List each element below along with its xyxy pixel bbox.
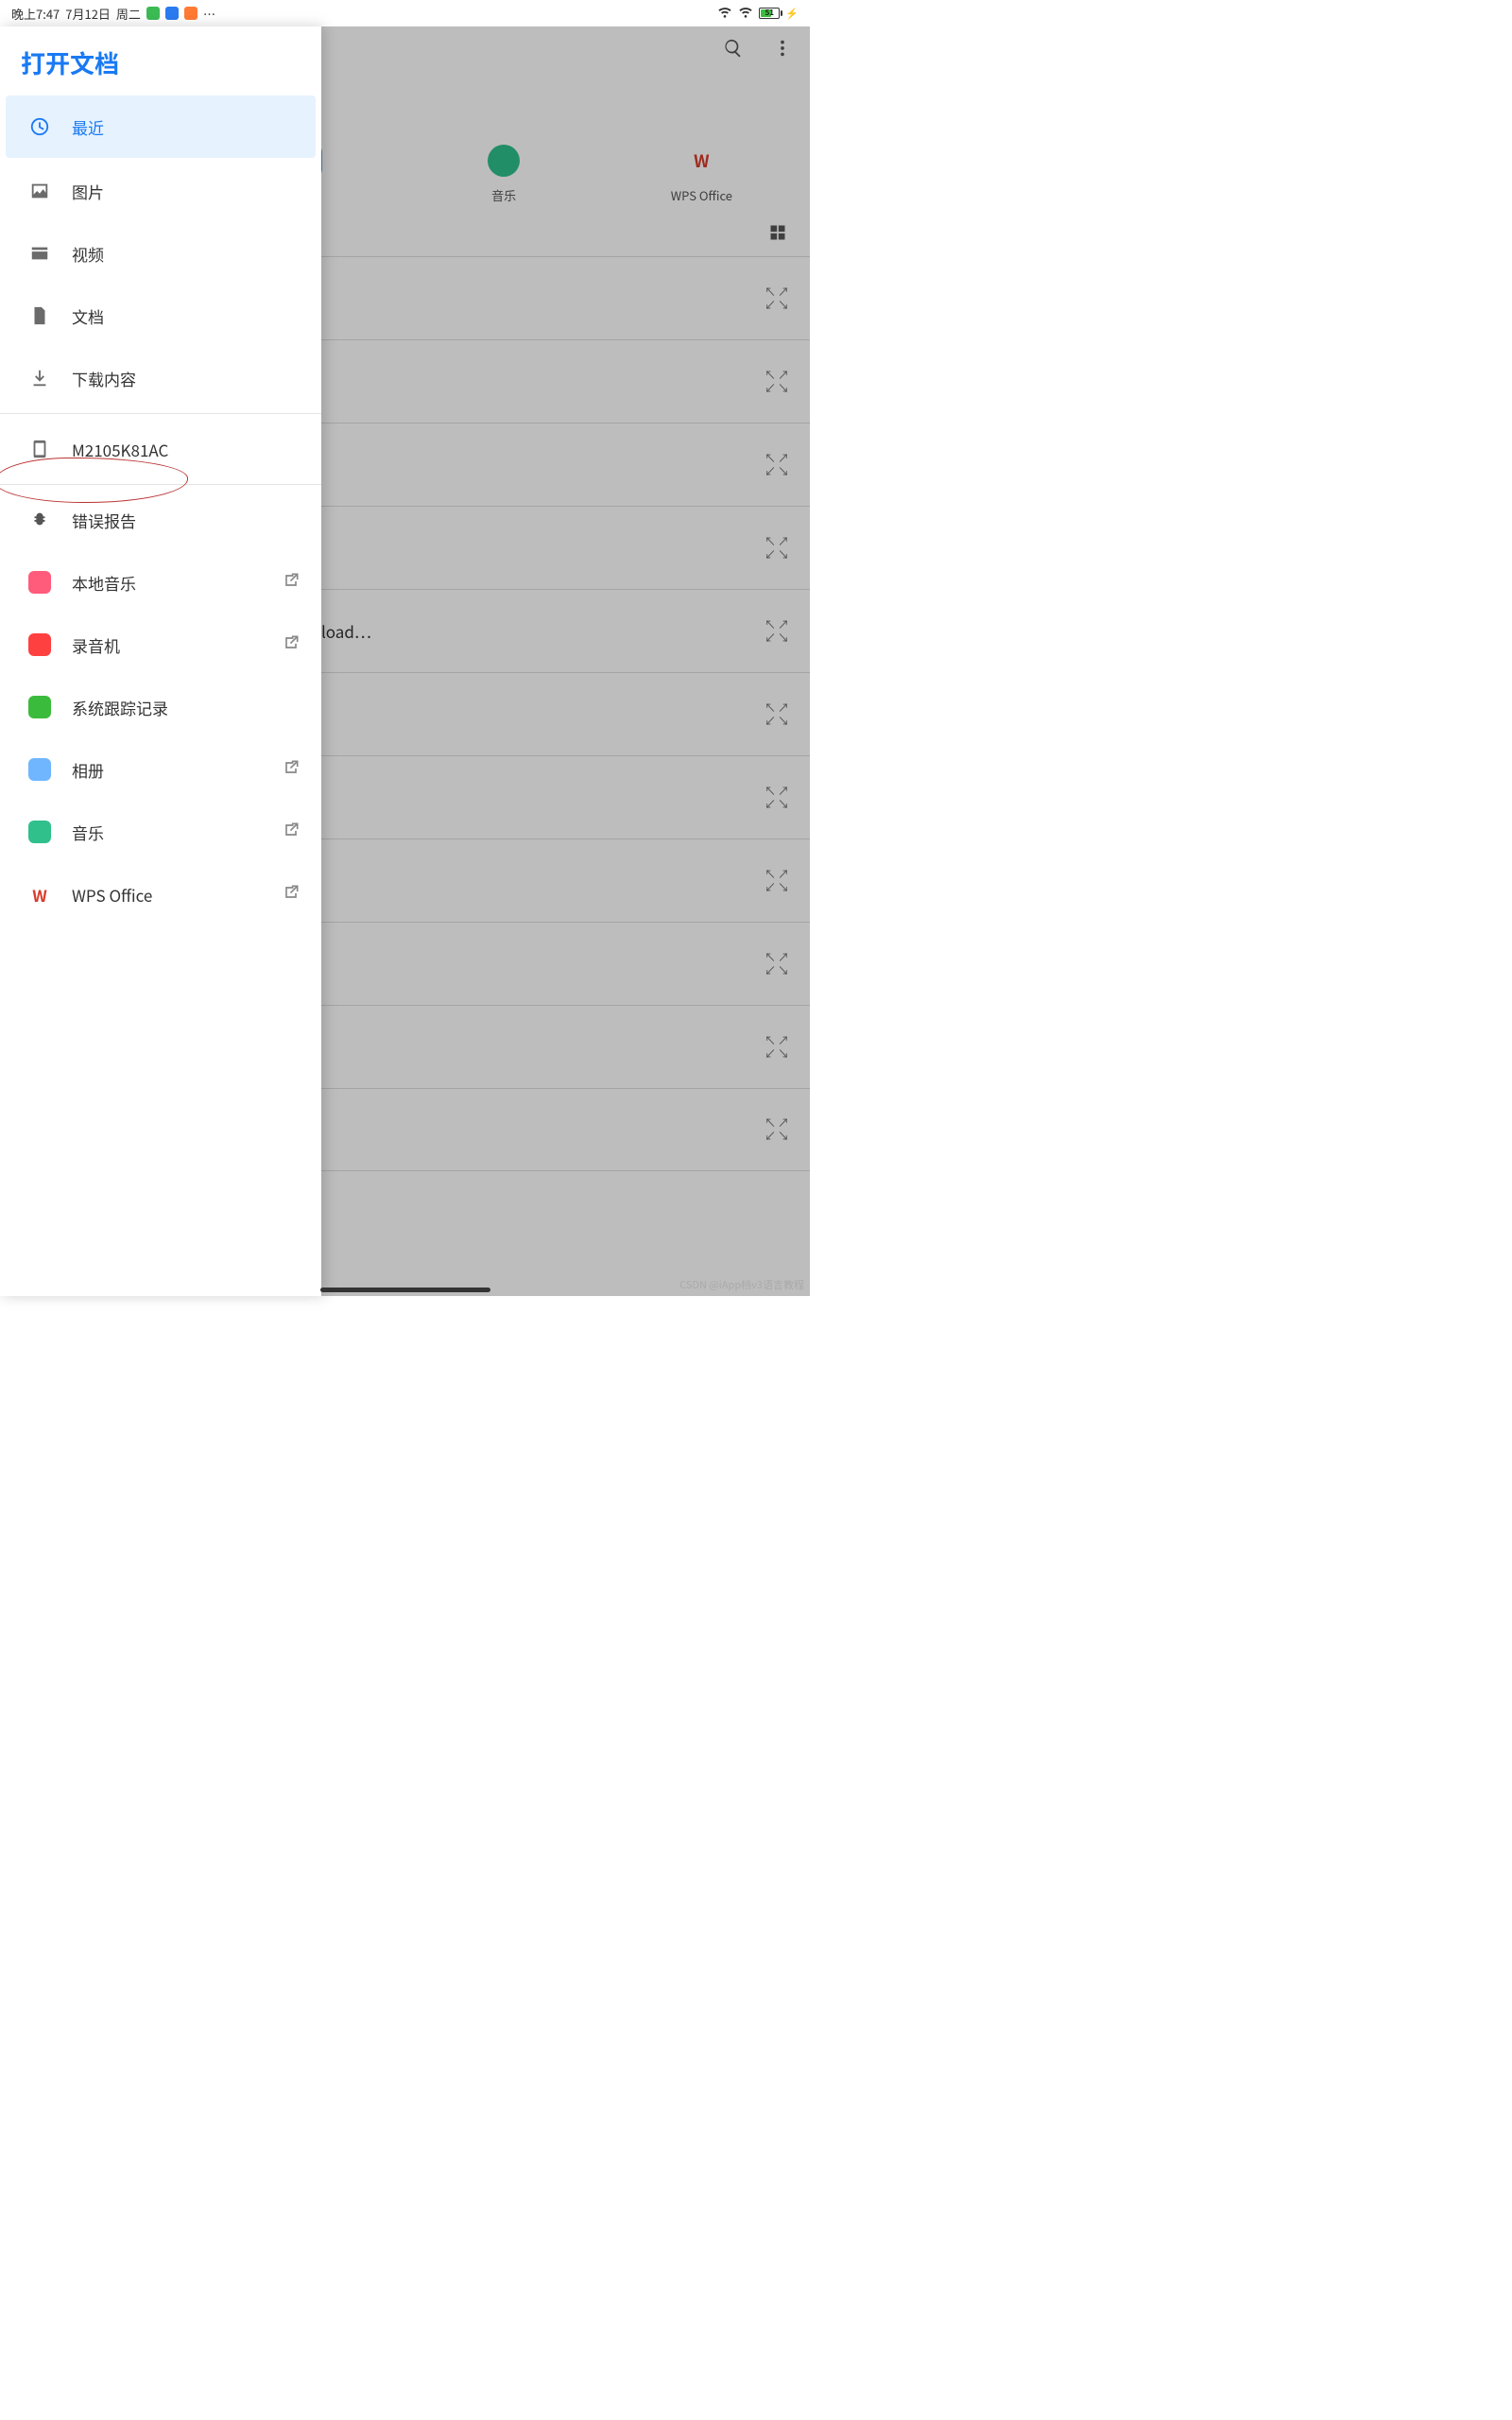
wps-icon: W bbox=[28, 883, 51, 906]
status-app-icon bbox=[146, 7, 160, 20]
image-icon bbox=[28, 180, 51, 202]
expand-icon[interactable]: ↖↗↙↘ bbox=[765, 952, 789, 977]
music-icon bbox=[28, 571, 51, 594]
nav-label: 图片 bbox=[72, 180, 104, 203]
expand-icon[interactable]: ↖↗↙↘ bbox=[765, 1117, 789, 1142]
drawer-app-录音机[interactable]: 录音机 bbox=[0, 614, 321, 676]
grid-view-icon[interactable] bbox=[768, 223, 787, 247]
expand-icon[interactable]: ↖↗↙↘ bbox=[765, 869, 789, 893]
nav-label: 下载内容 bbox=[72, 367, 136, 390]
nav-recent[interactable]: 最近 bbox=[6, 95, 316, 158]
app-label: 错误报告 bbox=[72, 509, 136, 532]
status-time: 晚上7:47 bbox=[11, 5, 60, 23]
nav-label: 视频 bbox=[72, 242, 104, 266]
expand-icon[interactable]: ↖↗↙↘ bbox=[765, 786, 789, 810]
app-label: 本地音乐 bbox=[72, 571, 136, 595]
app-label: 相册 bbox=[72, 758, 104, 782]
wifi-icon bbox=[738, 4, 753, 23]
drawer-app-本地音乐[interactable]: 本地音乐 bbox=[0, 551, 321, 614]
watermark: CSDN @iApp档v3语言教程 bbox=[679, 1277, 804, 1292]
open-external-icon bbox=[282, 883, 301, 907]
expand-icon[interactable]: ↖↗↙↘ bbox=[765, 536, 789, 561]
app-label: WPS Office bbox=[72, 883, 152, 907]
status-bar: 晚上7:47 7月12日 周二 ⋯ 51 ⚡ bbox=[0, 0, 810, 26]
status-more-icon: ⋯ bbox=[203, 5, 215, 23]
nav-device-storage[interactable]: M2105K81AC bbox=[0, 418, 321, 480]
open-external-icon bbox=[282, 821, 301, 844]
doc-icon bbox=[28, 304, 51, 327]
status-weekday: 周二 bbox=[116, 5, 141, 23]
home-indicator[interactable] bbox=[320, 1288, 490, 1292]
search-icon[interactable] bbox=[723, 38, 744, 63]
device-label: M2105K81AC bbox=[72, 438, 168, 461]
bug-icon bbox=[28, 509, 51, 531]
app-label: 音乐 bbox=[72, 821, 104, 844]
download-icon bbox=[28, 367, 51, 389]
expand-icon[interactable]: ↖↗↙↘ bbox=[765, 453, 789, 477]
open-external-icon bbox=[282, 758, 301, 782]
nav-documents[interactable]: 文档 bbox=[0, 285, 321, 347]
status-date: 7月12日 bbox=[65, 5, 111, 23]
nav-downloads[interactable]: 下载内容 bbox=[0, 347, 321, 409]
battery-icon: 51 bbox=[759, 8, 780, 19]
more-icon[interactable] bbox=[772, 38, 793, 63]
rec-icon bbox=[28, 633, 51, 656]
music2-icon bbox=[28, 821, 51, 843]
nav-label: 文档 bbox=[72, 304, 104, 328]
clock-icon bbox=[28, 115, 51, 138]
drawer-app-错误报告[interactable]: 错误报告 bbox=[0, 489, 321, 551]
nav-label: 最近 bbox=[72, 115, 104, 139]
drawer-title: 打开文档 bbox=[0, 26, 321, 94]
app-music[interactable]: 音乐 bbox=[456, 145, 551, 204]
open-external-icon bbox=[282, 633, 301, 657]
wifi-icon bbox=[717, 4, 732, 23]
drawer-app-音乐[interactable]: 音乐 bbox=[0, 801, 321, 863]
divider bbox=[0, 484, 321, 485]
navigation-drawer: 打开文档 最近 图片 视频 文档 下载内容 M2105K81AC 错误报告本地音… bbox=[0, 26, 321, 1296]
expand-icon[interactable]: ↖↗↙↘ bbox=[765, 702, 789, 727]
nav-images[interactable]: 图片 bbox=[0, 160, 321, 222]
app-label: 系统跟踪记录 bbox=[72, 696, 168, 719]
expand-icon[interactable]: ↖↗↙↘ bbox=[765, 1035, 789, 1060]
nav-videos[interactable]: 视频 bbox=[0, 222, 321, 285]
app-wps[interactable]: WWPS Office bbox=[654, 145, 748, 204]
expand-icon[interactable]: ↖↗↙↘ bbox=[765, 370, 789, 394]
gallery-icon bbox=[28, 758, 51, 781]
open-external-icon bbox=[282, 571, 301, 595]
expand-icon[interactable]: ↖↗↙↘ bbox=[765, 286, 789, 311]
status-app-icon bbox=[165, 7, 179, 20]
phone-icon bbox=[28, 438, 51, 460]
status-app-icon bbox=[184, 7, 198, 20]
drawer-app-相册[interactable]: 相册 bbox=[0, 738, 321, 801]
expand-icon[interactable]: ↖↗↙↘ bbox=[765, 619, 789, 644]
divider bbox=[0, 413, 321, 414]
app-label: 录音机 bbox=[72, 633, 120, 657]
android-icon bbox=[28, 696, 51, 718]
video-icon bbox=[28, 242, 51, 265]
drawer-app-WPS Office[interactable]: W WPS Office bbox=[0, 863, 321, 925]
drawer-app-系统跟踪记录[interactable]: 系统跟踪记录 bbox=[0, 676, 321, 738]
charging-icon: ⚡ bbox=[785, 6, 799, 21]
